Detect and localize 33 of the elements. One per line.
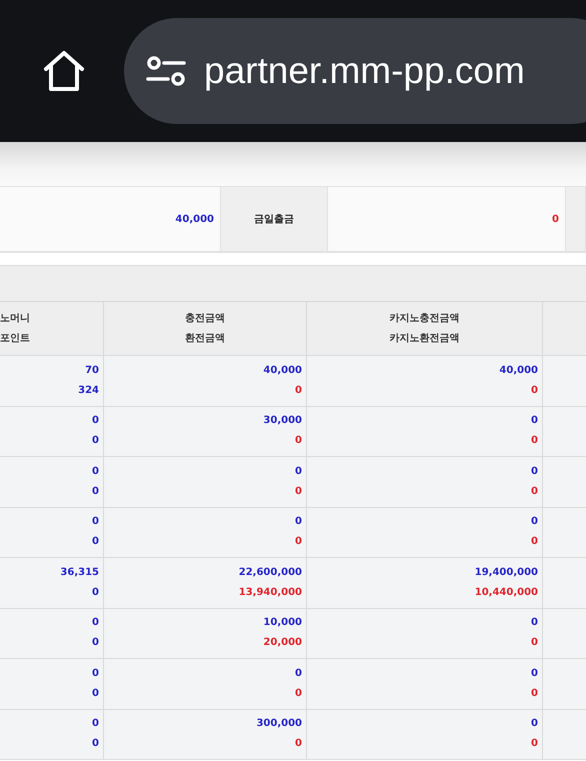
table-cell: 0 0 (0, 608, 104, 658)
table-cell: 30,000 0 (104, 406, 307, 456)
summary-cell: 40,000 (0, 187, 220, 251)
summary-label: 금일출금 (220, 187, 328, 251)
table-cell: 0 0 (307, 659, 543, 708)
table-cell: 19,400,000 10,440,000 (307, 558, 543, 608)
table-cell: 0 0 (104, 659, 307, 708)
table-cell: 0 0 (104, 508, 307, 557)
table-cell: 0 0 (307, 406, 543, 456)
table-cell: 36,315 0 (0, 558, 104, 608)
table-cell: 0 0 (307, 457, 543, 506)
column-header: 카지노충전금액 카지노환전금액 (307, 302, 543, 355)
table-cell: 0 0 (0, 508, 104, 557)
table-cell: 0 0 (0, 406, 104, 456)
table-cell: 70 324 (0, 356, 104, 406)
address-bar[interactable]: partner.mm-pp.com (124, 18, 586, 124)
table-cell: 0 0 (0, 457, 104, 506)
table-cell: 40,000 0 (307, 356, 543, 406)
table-cell: 0 0 (307, 608, 543, 658)
table-cell: 0 0 (0, 659, 104, 708)
table-cell: 10,000 20,000 (104, 608, 307, 658)
table-cell: 0 0 (307, 508, 543, 557)
table-cell: 0 0 (0, 710, 104, 759)
column-header: 충전금액 환전금액 (104, 302, 307, 355)
table-cell: 40,000 0 (104, 356, 307, 406)
summary-cell: 0 (328, 187, 565, 251)
table-cell: 22,600,000 13,940,000 (104, 558, 307, 608)
site-settings-icon[interactable] (146, 55, 186, 87)
table-cell: 300,000 0 (104, 710, 307, 759)
column-header: 노머니 포인트 (0, 302, 104, 355)
url-text: partner.mm-pp.com (204, 50, 525, 92)
table-cell: 0 0 (307, 710, 543, 759)
table-cell: 0 0 (104, 457, 307, 506)
